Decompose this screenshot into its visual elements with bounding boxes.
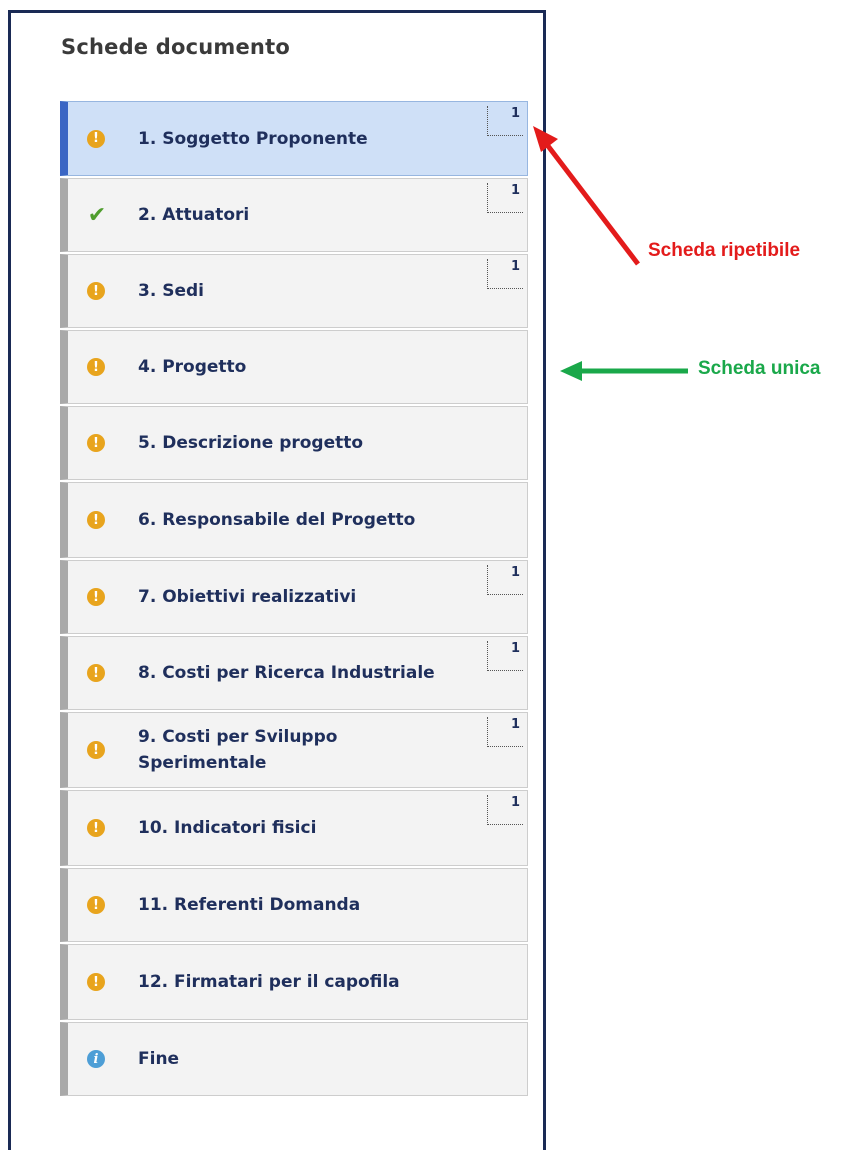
annotation-arrows <box>533 126 688 381</box>
green-arrow <box>560 361 688 381</box>
annotation-unique: Scheda unica <box>698 358 821 379</box>
red-arrow <box>533 126 640 266</box>
annotation-repeatable: Scheda ripetibile <box>648 240 801 261</box>
